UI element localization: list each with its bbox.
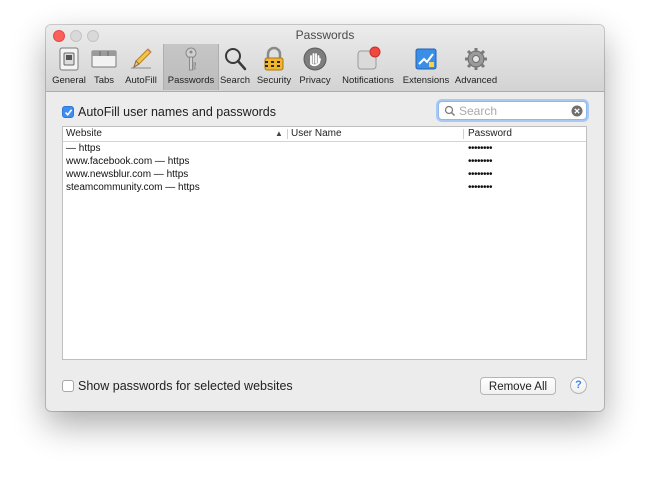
table-header: Website ▲ User Name Password bbox=[63, 127, 586, 142]
tab-search[interactable]: Search bbox=[218, 44, 252, 90]
search-field[interactable] bbox=[438, 101, 587, 120]
clear-search-icon[interactable] bbox=[571, 105, 583, 117]
tab-general[interactable]: General bbox=[50, 44, 88, 90]
tab-tabs[interactable]: Tabs bbox=[90, 44, 118, 90]
sort-ascending-icon: ▲ bbox=[275, 129, 283, 138]
show-passwords-checkbox[interactable] bbox=[62, 380, 74, 392]
help-button[interactable]: ? bbox=[570, 377, 587, 394]
tab-extensions[interactable]: Extensions bbox=[400, 44, 452, 90]
autofill-pencil-icon bbox=[131, 48, 152, 69]
tab-notifications[interactable]: Notifications bbox=[337, 44, 399, 90]
show-passwords-row[interactable]: Show passwords for selected websites bbox=[62, 379, 293, 393]
window-title: Passwords bbox=[295, 28, 355, 42]
tab-privacy[interactable]: Privacy bbox=[295, 44, 335, 90]
gear-icon bbox=[465, 48, 487, 70]
lock-icon bbox=[264, 46, 284, 71]
table-row[interactable]: steamcommunity.com — https •••••••• bbox=[63, 181, 586, 194]
puzzle-icon bbox=[415, 48, 437, 70]
tab-passwords[interactable]: Passwords bbox=[163, 44, 219, 90]
table-row[interactable]: www.facebook.com — https •••••••• bbox=[63, 155, 586, 168]
cell-password: •••••••• bbox=[468, 182, 493, 193]
preferences-window: Passwords General Tabs AutoFill Password… bbox=[46, 25, 604, 411]
cell-website: — https bbox=[66, 143, 101, 154]
remove-all-button[interactable]: Remove All bbox=[480, 377, 556, 395]
passwords-pane: AutoFill user names and passwords Websit… bbox=[46, 92, 604, 411]
checkmark-icon bbox=[64, 108, 72, 116]
tab-advanced[interactable]: Advanced bbox=[453, 44, 499, 90]
show-passwords-label: Show passwords for selected websites bbox=[78, 379, 293, 393]
cell-password: •••••••• bbox=[468, 169, 493, 180]
notification-badge-icon bbox=[357, 46, 381, 70]
tabs-icon bbox=[91, 50, 117, 68]
cell-password: •••••••• bbox=[468, 156, 493, 167]
column-divider[interactable] bbox=[287, 129, 288, 139]
autofill-checkbox-row[interactable]: AutoFill user names and passwords bbox=[62, 105, 276, 119]
search-icon bbox=[444, 105, 455, 116]
table-row[interactable]: — https •••••••• bbox=[63, 142, 586, 155]
key-icon bbox=[185, 47, 197, 71]
tab-security[interactable]: Security bbox=[254, 44, 294, 90]
cell-password: •••••••• bbox=[468, 143, 493, 154]
hand-icon bbox=[303, 47, 327, 71]
search-input[interactable] bbox=[456, 103, 569, 118]
column-header-website[interactable]: Website bbox=[66, 127, 102, 141]
table-row[interactable]: www.newsblur.com — https •••••••• bbox=[63, 168, 586, 181]
column-header-user-name[interactable]: User Name bbox=[291, 127, 342, 141]
cell-website: www.facebook.com — https bbox=[66, 156, 190, 167]
tab-autofill[interactable]: AutoFill bbox=[120, 44, 162, 90]
cell-website: www.newsblur.com — https bbox=[66, 169, 189, 180]
titlebar: Passwords General Tabs AutoFill Password… bbox=[46, 25, 604, 92]
passwords-table[interactable]: Website ▲ User Name Password — https •••… bbox=[62, 126, 587, 360]
table-body: — https •••••••• www.facebook.com — http… bbox=[63, 142, 586, 194]
cell-website: steamcommunity.com — https bbox=[66, 182, 200, 193]
autofill-checkbox[interactable] bbox=[62, 106, 74, 118]
magnifier-icon bbox=[225, 48, 247, 71]
general-switch-icon bbox=[59, 47, 79, 71]
column-divider[interactable] bbox=[463, 129, 464, 139]
column-header-password[interactable]: Password bbox=[468, 127, 512, 141]
autofill-label: AutoFill user names and passwords bbox=[78, 105, 277, 119]
